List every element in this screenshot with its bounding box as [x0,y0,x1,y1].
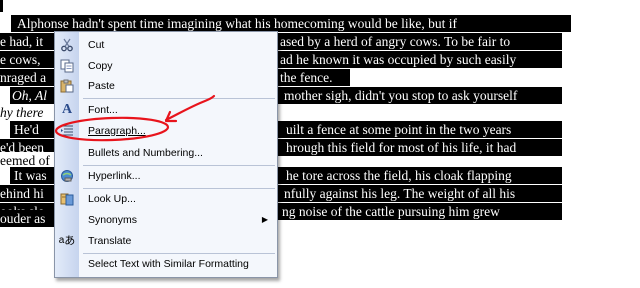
scissors-icon [59,37,75,53]
menu-item-bullets-numbering[interactable]: Bullets and Numbering... [55,143,277,163]
menu-separator [83,98,275,99]
text-line[interactable]: he tore across the field, his cloak flap… [276,167,562,184]
text-cursor [0,0,3,12]
text-line[interactable]: nraged a [0,69,56,86]
menu-item-font[interactable]: A Font... [55,100,277,120]
menu-item-translate[interactable]: aあ Translate [55,231,277,251]
menu-item-paragraph[interactable]: Paragraph... [55,121,277,141]
text-line[interactable]: uilt a fence at some point in the two ye… [276,121,562,138]
text-line[interactable]: mother sigh, didn't you stop to ask your… [276,87,562,104]
menu-item-select-similar-formatting[interactable]: Select Text with Similar Formatting [55,254,277,274]
menu-item-cut[interactable]: Cut [55,35,277,55]
text-line[interactable]: Oh, Al [10,87,56,104]
hyperlink-icon [59,168,75,184]
text-line[interactable]: the fence. [276,69,350,86]
text-line[interactable]: hy there [0,104,56,121]
paste-icon [59,78,75,94]
paragraph-icon [59,123,75,139]
copy-icon [59,58,75,74]
submenu-arrow-icon: ▶ [261,215,268,224]
text-line[interactable]: It was [10,167,56,184]
text-line[interactable]: He'd [10,121,56,138]
text-line[interactable]: hrough this field for most of his life, … [276,139,562,156]
text-line[interactable]: Alphonse hadn't spent time imagining wha… [11,15,571,32]
text-line[interactable]: ased by a herd of angry cows. To be fair… [276,33,562,50]
text-line[interactable]: ehind hi [0,185,56,202]
text-line[interactable]: ng noise of the cattle pursuing him grew [276,203,562,220]
menu-item-paste[interactable]: Paste [55,76,277,96]
text-line[interactable]: ouder as [0,210,56,227]
context-menu: Cut Copy Paste A Font... Paragraph... Bu… [54,31,278,278]
research-icon [59,191,75,207]
menu-item-copy[interactable]: Copy [55,56,277,76]
font-icon: A [61,102,73,117]
text-line[interactable]: nfully against his leg. The weight of al… [276,185,562,202]
translate-icon: aあ [58,235,76,247]
text-line[interactable]: e cows, [0,51,56,68]
menu-item-look-up[interactable]: Look Up... [55,189,277,209]
menu-item-synonyms[interactable]: Synonyms ▶ [55,210,277,230]
menu-item-hyperlink[interactable]: Hyperlink... [55,166,277,186]
text-line[interactable]: e had, it [0,33,56,50]
text-line[interactable]: ad he known it was occupied by such easi… [276,51,562,68]
